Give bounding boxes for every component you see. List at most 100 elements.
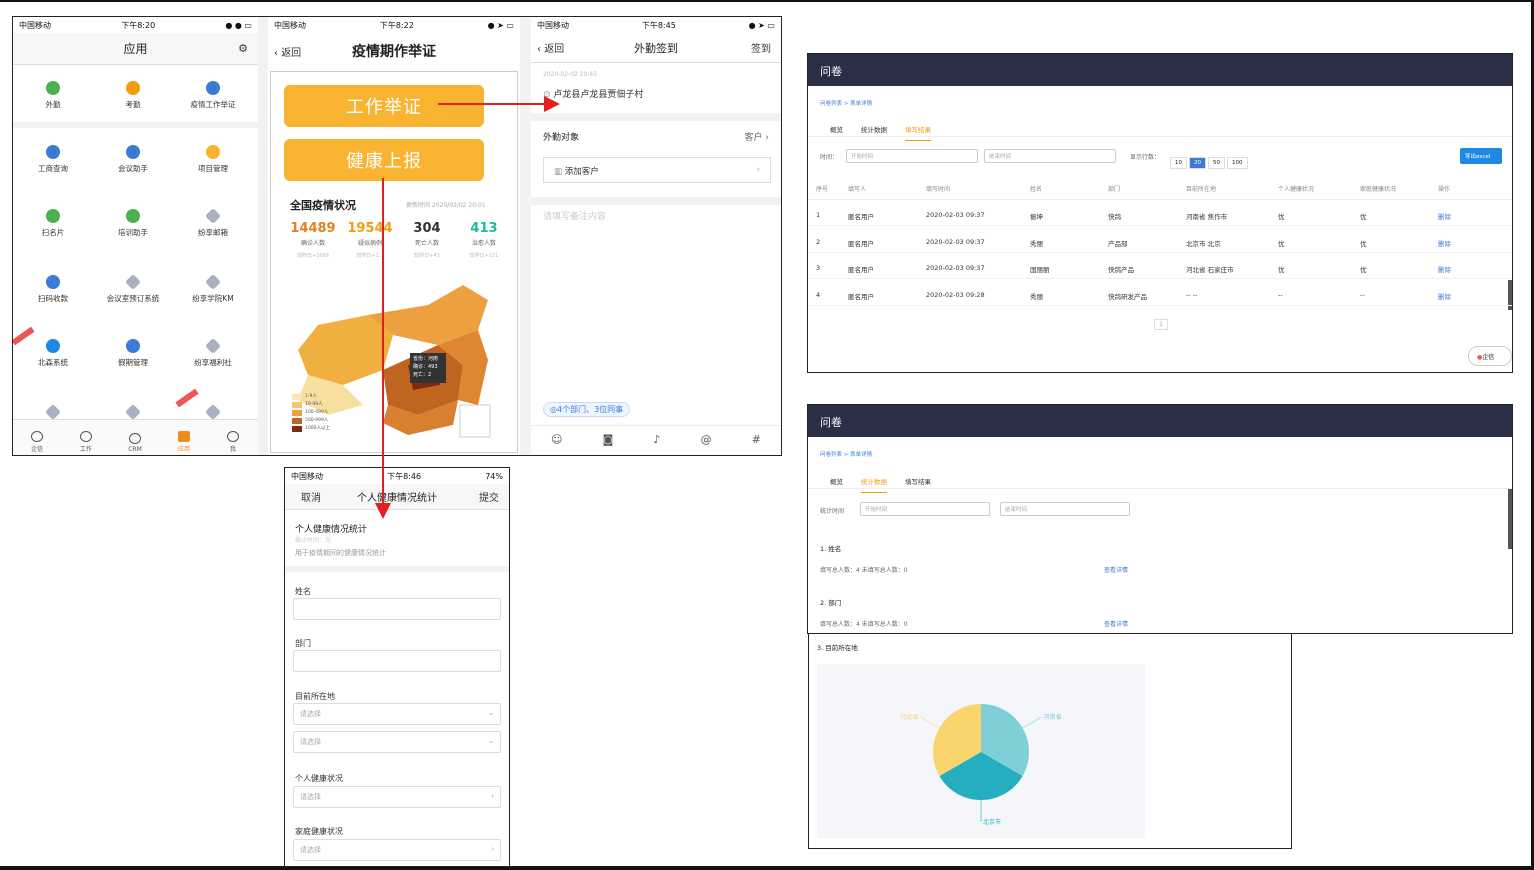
table-cell: 4 xyxy=(816,290,821,299)
app-tile[interactable]: 外勤 xyxy=(13,81,93,110)
scrollbar[interactable] xyxy=(1508,489,1512,549)
table-row-divider xyxy=(808,251,1512,253)
delete-link[interactable]: 删除 xyxy=(1438,291,1451,301)
app-tile[interactable]: 北森系统 xyxy=(13,339,93,368)
page-size-option[interactable]: 10 xyxy=(1170,157,1187,169)
tab-apps[interactable]: 应用 xyxy=(164,431,204,453)
form-field[interactable] xyxy=(293,650,501,672)
submit-button[interactable]: 提交 xyxy=(479,489,499,504)
form-field[interactable]: 请选择 › xyxy=(293,786,501,808)
form-field[interactable]: 请选择 ⌄ xyxy=(293,703,501,725)
page-size-option[interactable]: 100 xyxy=(1227,157,1248,169)
app-tile[interactable]: 纷享学院KM xyxy=(173,274,253,304)
tab-1[interactable]: 统计数据 xyxy=(861,124,887,140)
view-detail-link[interactable]: 查看详情 xyxy=(1104,619,1128,628)
carrier: 中国移动 xyxy=(537,20,569,30)
page-size-option[interactable]: 50 xyxy=(1208,157,1225,169)
visibility-tag[interactable]: ◎4个部门、3位同事 xyxy=(543,402,631,417)
delete-link[interactable]: 删除 xyxy=(1438,211,1451,221)
cancel-button[interactable]: 取消 xyxy=(301,489,321,504)
health-report-button[interactable]: 健康上报 xyxy=(284,139,484,181)
stat-delta: 较昨日+2668 xyxy=(297,253,329,259)
table-cell: 快鸽产品 xyxy=(1108,266,1134,274)
delete-link[interactable]: 删除 xyxy=(1438,264,1451,274)
export-button[interactable]: 导出excel xyxy=(1460,148,1502,164)
tab-0[interactable]: 概览 xyxy=(830,476,843,492)
app-tile[interactable]: 纷享邮箱 xyxy=(173,208,253,238)
field-label: 家庭健康状况 xyxy=(295,827,343,836)
note-input[interactable]: 请填写备注内容 xyxy=(543,209,606,222)
emoji-icon[interactable]: ☺ xyxy=(551,433,562,446)
target-value[interactable]: 客户 › xyxy=(745,130,769,143)
breadcrumb[interactable]: 问卷列表 > 表单详情 xyxy=(820,450,872,458)
tab-2[interactable]: 填写结果 xyxy=(905,124,931,141)
app-tile[interactable]: 扫名片 xyxy=(13,209,93,238)
location-icon xyxy=(46,81,60,95)
app-tile[interactable]: 工商查询 xyxy=(13,145,93,174)
clock: 下午8:22 xyxy=(379,20,414,30)
app-tile[interactable]: 假期管理 xyxy=(93,339,173,368)
camera-icon[interactable]: ◙ xyxy=(603,433,614,446)
start-date-input[interactable]: 开始时间 xyxy=(846,149,978,163)
breadcrumb[interactable]: 问卷列表 > 表单详情 xyxy=(820,99,872,107)
pie-label: 北京市 xyxy=(983,818,1001,826)
pagination-page[interactable]: 1 xyxy=(1154,319,1168,330)
table-cell: 1 xyxy=(816,211,821,219)
settings-icon[interactable]: ⚙ xyxy=(238,42,248,55)
tab-work[interactable]: 工作 xyxy=(66,431,106,453)
tooltip-line: 确诊：493 xyxy=(413,364,438,370)
signin-button[interactable]: 签到 xyxy=(751,40,771,55)
table-cell: 匿名用户 xyxy=(848,213,874,221)
chat-label: 企信 xyxy=(1482,354,1495,361)
at-icon[interactable]: @ xyxy=(701,433,712,446)
legend-item: 1000人以上 xyxy=(292,425,330,433)
app-label: 考勤 xyxy=(125,100,141,109)
tab-crm[interactable]: CRM xyxy=(115,433,155,453)
start-date-input[interactable]: 开始时间 xyxy=(860,502,990,516)
delete-link[interactable]: 删除 xyxy=(1438,238,1451,248)
app-tile[interactable]: 纷享福利社 xyxy=(173,338,253,368)
info-icon xyxy=(46,339,60,353)
form-field[interactable]: 请选择 › xyxy=(293,839,501,861)
microphone-icon[interactable]: ♪ xyxy=(653,433,660,446)
tab-chat[interactable]: 企信 xyxy=(17,431,57,453)
legend-swatch xyxy=(292,426,302,432)
form-field[interactable]: 请选择 ⌄ xyxy=(293,731,501,753)
work-proof-button[interactable]: 工作举证 xyxy=(284,85,484,127)
end-date-input[interactable]: 结束时间 xyxy=(984,149,1116,163)
app-label: 假期管理 xyxy=(118,358,148,367)
back-button[interactable]: ‹ 返回 xyxy=(274,44,301,59)
tab-profile[interactable]: 我 xyxy=(213,431,253,453)
section-title: 全国疫情状况 xyxy=(290,199,356,212)
stat-value: 413 xyxy=(470,221,498,236)
end-date-input[interactable]: 结束时间 xyxy=(1000,502,1130,516)
tab-2[interactable]: 填写结果 xyxy=(905,476,931,492)
app-label: 工商查询 xyxy=(38,164,68,173)
tab-0[interactable]: 概览 xyxy=(830,124,843,140)
stat-label: 疑似病例 xyxy=(357,240,382,247)
field-label: 部门 xyxy=(295,639,311,648)
back-label: 返回 xyxy=(544,44,565,55)
app-tile[interactable]: 会议室预订系统 xyxy=(93,274,173,304)
hashtag-icon[interactable]: # xyxy=(752,433,761,446)
scrollbar[interactable] xyxy=(1508,280,1512,310)
chat-button[interactable]: ●企信 xyxy=(1468,346,1512,366)
tab-bar: 概览 统计数据 填写结果 xyxy=(830,469,949,493)
app-tile[interactable]: 疫情工作举证 xyxy=(173,81,253,110)
legend-label: 1000人以上 xyxy=(305,426,330,431)
form-field[interactable] xyxy=(293,598,501,620)
stat-delta: 较昨日+1... xyxy=(356,253,384,259)
pie-chart-panel: 3. 目前所在地 河南省 北京市 河北省 xyxy=(808,633,1292,849)
app-tile[interactable]: 考勤 xyxy=(93,81,173,110)
back-button[interactable]: ‹ 返回 xyxy=(537,40,564,55)
app-tile[interactable]: 项目管理 xyxy=(173,145,253,174)
view-detail-link[interactable]: 查看详情 xyxy=(1104,565,1128,574)
address-row[interactable]: ⊙ 卢龙县卢龙县贾佃子村 xyxy=(543,87,643,100)
page-size-option[interactable]: 20 xyxy=(1189,157,1206,169)
tab-1[interactable]: 统计数据 xyxy=(861,476,887,493)
add-customer-button[interactable]: ▥ 添加客户 › xyxy=(543,157,771,183)
app-tile[interactable]: 培训助手 xyxy=(93,209,173,238)
pie-chart: 河南省北京市 河北省 xyxy=(900,704,1062,826)
app-tile[interactable]: 扫码收款 xyxy=(13,275,93,304)
app-tile[interactable]: 会议助手 xyxy=(93,145,173,174)
